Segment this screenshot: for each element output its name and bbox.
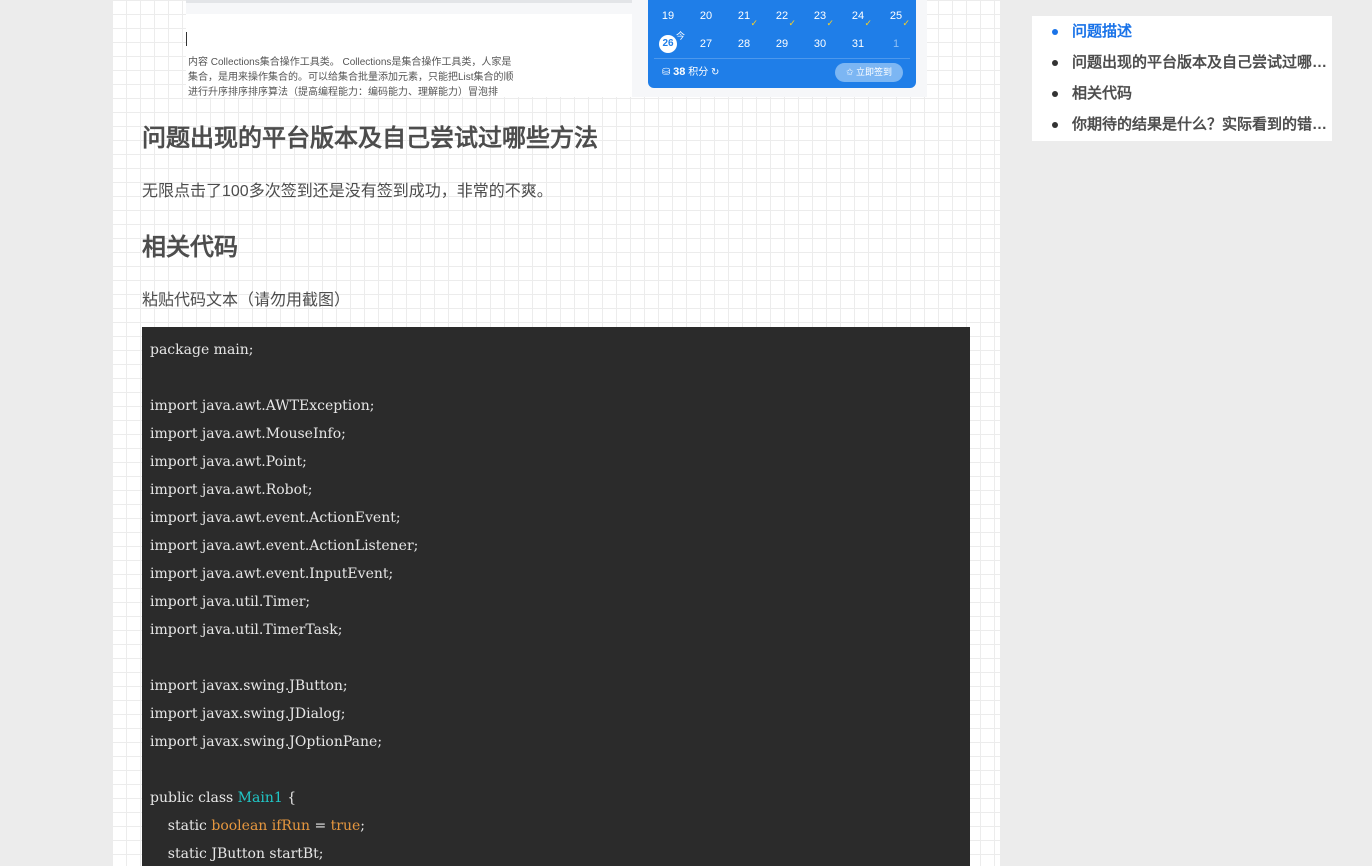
- text-cursor: [186, 32, 187, 46]
- refresh-icon: ↻: [710, 67, 720, 78]
- checkmark-icon: ✓: [826, 18, 834, 28]
- bullet-icon: [1052, 122, 1058, 128]
- toc-item-expected-result[interactable]: 你期待的结果是什么？实际看到的错误信息又是什么？: [1032, 109, 1332, 140]
- article-content: 内容 Collections集合操作工具类。 Collections是集合操作工…: [112, 0, 1000, 866]
- coins-icon: ⛁: [662, 67, 671, 78]
- calendar-day: 23 ✓: [813, 10, 834, 28]
- toc-item-label[interactable]: 问题描述: [1072, 16, 1328, 47]
- toc-item-label[interactable]: 问题出现的平台版本及自己尝试过哪些方法: [1072, 47, 1328, 78]
- paragraph-code-hint: 粘贴代码文本（请勿用截图）: [142, 292, 351, 309]
- calendar-day: 30: [813, 38, 827, 50]
- code-text: =: [310, 818, 331, 834]
- screenshot-text-line: 进行升序排序排序算法（提高编程能力：编码能力、理解能力）冒泡排: [188, 87, 498, 97]
- points-display: ⛁ 38 积分 ↻: [662, 64, 719, 81]
- code-line: import java.awt.Point;: [150, 454, 307, 470]
- toc-item-related-code[interactable]: 相关代码: [1032, 78, 1332, 109]
- code-line: static JButton startBt;: [150, 846, 324, 862]
- code-line: import javax.swing.JOptionPane;: [150, 734, 383, 750]
- toc-item-label[interactable]: 你期待的结果是什么？实际看到的错误信息又是什么？: [1072, 109, 1328, 140]
- code-keyword: public class: [150, 790, 238, 806]
- code-class-name: Main1: [237, 790, 283, 806]
- table-of-contents: 问题描述 问题出现的平台版本及自己尝试过哪些方法 相关代码 你期待的结果是什么？…: [1032, 16, 1332, 141]
- code-line: import java.util.Timer;: [150, 594, 311, 610]
- heading-platform-version: 问题出现的平台版本及自己尝试过哪些方法: [142, 125, 598, 152]
- code-block[interactable]: package main; import java.awt.AWTExcepti…: [142, 327, 970, 866]
- paragraph-platform: 无限点击了100多次签到还是没有签到成功，非常的不爽。: [142, 183, 553, 200]
- embedded-screenshot: 内容 Collections集合操作工具类。 Collections是集合操作工…: [186, 0, 927, 97]
- bullet-icon: [1052, 29, 1058, 35]
- code-line: import javax.swing.JDialog;: [150, 706, 346, 722]
- code-line: import java.awt.MouseInfo;: [150, 426, 346, 442]
- screenshot-text-line: 集合，是用来操作集合的。可以给集合批量添加元素，只能把List集合的顺: [188, 72, 514, 83]
- calendar-divider: [654, 58, 910, 59]
- code-line: import java.awt.Robot;: [150, 482, 313, 498]
- code-line: package main;: [150, 342, 254, 358]
- heading-related-code: 相关代码: [142, 234, 238, 261]
- calendar-day: 31: [851, 38, 865, 50]
- calendar-day: 29: [775, 38, 789, 50]
- checkmark-icon: ✓: [864, 18, 872, 28]
- checkmark-icon: ✓: [788, 18, 796, 28]
- calendar-day: 24 ✓: [851, 10, 872, 28]
- code-line: import java.awt.AWTException;: [150, 398, 375, 414]
- code-line: import javax.swing.JButton;: [150, 678, 348, 694]
- screenshot-toolbar-strip: [186, 0, 632, 3]
- calendar-week-row: 27 28 29 30 31 1: [648, 34, 916, 54]
- toc-item-problem-description[interactable]: 问题描述: [1032, 16, 1332, 47]
- code-line: import java.awt.event.ActionEvent;: [150, 510, 401, 526]
- code-line-field: static boolean ifRun = true;: [142, 815, 970, 843]
- screenshot-document: 内容 Collections集合操作工具类。 Collections是集合操作工…: [186, 14, 632, 97]
- points-label: 积分: [688, 67, 709, 78]
- checkmark-icon: ✓: [750, 18, 758, 28]
- calendar-day: 19: [661, 10, 675, 22]
- checkmark-icon: ✓: [902, 18, 910, 28]
- code-text: {: [282, 790, 297, 806]
- calendar-day: 21 ✓: [737, 10, 758, 28]
- checkin-button: ✩ 立即签到: [835, 63, 903, 82]
- calendar-day: 28: [737, 38, 751, 50]
- points-value: 38: [673, 66, 686, 78]
- bullet-icon: [1052, 91, 1058, 97]
- code-variable: ifRun: [271, 818, 310, 834]
- toc-item-platform-version[interactable]: 问题出现的平台版本及自己尝试过哪些方法: [1032, 47, 1332, 78]
- code-text: ;: [360, 818, 365, 834]
- screenshot-text-line: 内容 Collections集合操作工具类。 Collections是集合操作工…: [188, 57, 512, 68]
- code-line: import java.awt.event.InputEvent;: [150, 566, 394, 582]
- bullet-icon: [1052, 60, 1058, 66]
- code-keyword: static: [150, 818, 212, 834]
- calendar-day-next-month: 1: [892, 38, 900, 50]
- calendar-day: 22 ✓: [775, 10, 796, 28]
- calendar-day: 20: [699, 10, 713, 22]
- toc-item-label[interactable]: 相关代码: [1072, 78, 1328, 109]
- code-line: import java.util.TimerTask;: [150, 622, 343, 638]
- code-type: boolean: [211, 818, 268, 834]
- calendar-week-row: 19 20 21 ✓ 22 ✓ 23 ✓ 24 ✓ 25 ✓: [648, 6, 916, 28]
- code-line: import java.awt.event.ActionListener;: [150, 538, 419, 554]
- calendar-day: 25 ✓: [889, 10, 910, 28]
- code-line-class-decl: public class Main1 {: [142, 787, 970, 815]
- checkin-calendar: 19 20 21 ✓ 22 ✓ 23 ✓ 24 ✓ 25 ✓ 26 今 27 28 29 …: [648, 0, 916, 88]
- code-literal: true: [330, 818, 361, 834]
- calendar-day: 27: [699, 38, 713, 50]
